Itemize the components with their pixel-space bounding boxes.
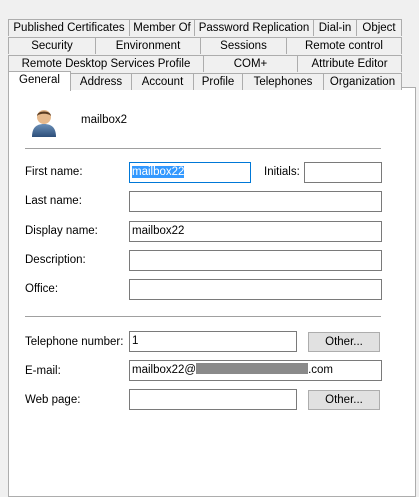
tab-row-4: General Address Account Profile Telephon… [0, 71, 419, 91]
tab-com-plus[interactable]: COM+ [203, 55, 298, 72]
telephone-field[interactable]: 1 [129, 331, 297, 352]
tab-dial-in[interactable]: Dial-in [313, 19, 357, 36]
office-label: Office: [25, 283, 59, 295]
web-page-label: Web page: [25, 394, 81, 406]
display-name-field[interactable]: mailbox22 [129, 221, 382, 242]
tab-row-1: Published Certificates Member Of Passwor… [0, 19, 419, 37]
tab-password-replication[interactable]: Password Replication [194, 19, 314, 36]
tab-sessions[interactable]: Sessions [200, 37, 287, 54]
initials-label: Initials: [264, 166, 300, 178]
first-name-field[interactable]: mailbox22 [129, 162, 251, 183]
last-name-label: Last name: [25, 195, 82, 207]
redacted-domain [196, 363, 309, 374]
tab-published-certificates[interactable]: Published Certificates [8, 19, 130, 36]
tab-attribute-editor[interactable]: Attribute Editor [297, 55, 402, 72]
tab-profile[interactable]: Profile [193, 73, 243, 90]
tab-account[interactable]: Account [131, 73, 194, 90]
first-name-label: First name: [25, 166, 83, 178]
user-icon [29, 107, 59, 137]
description-field[interactable] [129, 250, 382, 271]
tab-row-2: Security Environment Sessions Remote con… [0, 37, 419, 55]
tab-environment[interactable]: Environment [95, 37, 201, 54]
separator-bottom [25, 316, 381, 317]
office-field[interactable] [129, 279, 382, 300]
initials-field[interactable] [304, 162, 382, 183]
tab-remote-control[interactable]: Remote control [286, 37, 402, 54]
object-name: mailbox2 [81, 114, 128, 126]
tab-security[interactable]: Security [8, 37, 96, 54]
web-page-field[interactable] [129, 389, 297, 410]
last-name-field[interactable] [129, 191, 382, 212]
tab-address[interactable]: Address [70, 73, 132, 90]
tab-general[interactable]: General [8, 71, 71, 91]
tab-organization[interactable]: Organization [323, 73, 402, 90]
email-suffix: .com [308, 364, 334, 376]
email-label: E-mail: [25, 365, 61, 377]
tab-remote-desktop-services-profile[interactable]: Remote Desktop Services Profile [8, 55, 204, 72]
separator-top [25, 148, 381, 149]
tab-telephones[interactable]: Telephones [242, 73, 324, 90]
general-tab-panel: mailbox2 First name: mailbox22 Initials:… [8, 87, 416, 497]
display-name-label: Display name: [25, 225, 98, 237]
description-label: Description: [25, 254, 86, 266]
tab-object[interactable]: Object [356, 19, 402, 36]
web-page-other-button[interactable]: Other... [308, 390, 380, 410]
telephone-other-button[interactable]: Other... [308, 332, 380, 352]
email-field[interactable]: mailbox22@ .com [129, 360, 382, 381]
tab-member-of[interactable]: Member Of [129, 19, 195, 36]
telephone-label: Telephone number: [25, 336, 124, 348]
title-bar-strip [0, 0, 419, 14]
first-name-value: mailbox22 [132, 166, 185, 178]
email-prefix: mailbox22@ [132, 364, 197, 376]
